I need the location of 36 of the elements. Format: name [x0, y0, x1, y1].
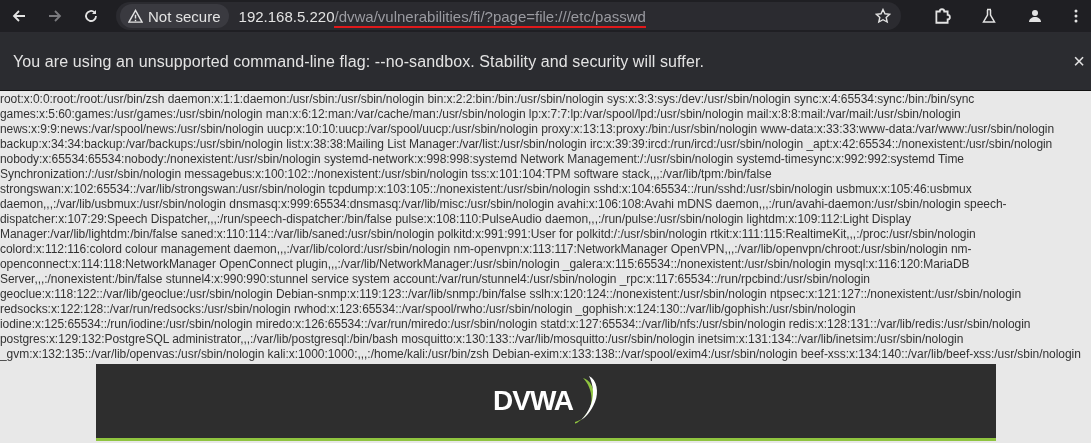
file-text-line: Manager:/var/lib/lightdm:/bin/false saned:x:110:114::/var/lib/saned:/usr/sbin/nologin polkitd:x:991:991:User for polkitd:/:/usr/sbin/nologin rtkit:x:111:115:RealtimeKit,,,:/proc:/usr/sbin/nologin — [0, 227, 977, 242]
url-path: /dvwa/vulnerabilities/fi/?page=file:///etc/passwd — [334, 7, 646, 28]
swoosh-icon — [575, 376, 599, 426]
file-text-line: daemon,,,:/var/lib/usbmux:/usr/sbin/nologin dnsmasq:x:999:65534:dnsmasq:/var/lib/misc:/usr/sbin/nologin avahi:x:106:108:Avahi mDNS daemon,,,:/run/avahi-daemon:/usr/sbin/nologin speech- — [0, 197, 1008, 212]
file-text-line: games:x:5:60:games:/usr/games:/usr/sbin/nologin man:x:6:12:man:/var/cache/man:/usr/sbin/nologin lp:x:7:7:lp:/var/spool/lpd:/usr/sbin/nologin mail:x:8:8:mail:/var/mail:/usr/sbin/nologin — [0, 107, 962, 122]
menu-icon[interactable] — [1073, 8, 1079, 24]
file-text-line: backup:x:34:34:backup:/var/backups:/usr/sbin/nologin list:x:38:38:Mailing List Manager:/var/list:/usr/sbin/nologin irc:x:39:39:ircd:/run/ircd:/usr/sbin/nologin _apt:x:42:65534::/nonexistent:/usr/sbin/nologin — [0, 137, 1054, 152]
file-text-line: colord:x:112:116:colord colour management daemon,,,:/var/lib/colord:/usr/sbin/nologin nm-openvpn:x:113:117:NetworkManager OpenVPN,,,:/var/lib/openvpn/chroot:/usr/sbin/nologin nm- — [0, 242, 973, 257]
reload-icon[interactable] — [83, 8, 99, 24]
forward-arrow-icon[interactable] — [47, 8, 63, 24]
person-icon[interactable] — [1027, 8, 1043, 24]
file-text-line: Server,,,:/nonexistent:/bin/false stunnel4:x:990:990:stunnel service system account:/var/run/stunnel4:/usr/sbin/nologin _rpc:x:117:65534::/run/rpcbind:/usr/sbin/nologin — [0, 272, 871, 287]
security-label: Not secure — [148, 7, 221, 25]
star-icon[interactable] — [875, 8, 891, 24]
file-text-line: dispatcher:x:107:29:Speech Dispatcher,,,:/run/speech-dispatcher:/bin/false pulse:x:108:110:PulseAudio daemon,,,:/run/pulse:/usr/sbin/nologin lightdm:x:109:112:Light Display — [0, 212, 912, 227]
file-text-line: strongswan:x:102:65534::/var/lib/strongswan:/usr/sbin/nologin tcpdump:x:103:105::/nonexistent:/usr/sbin/nologin sshd:x:104:65534::/run/sshd:/usr/sbin/nologin usbmux:x:105:46:usbmux — [0, 182, 973, 197]
flask-icon[interactable] — [981, 8, 997, 24]
file-text-line: root:x:0:0:root:/root:/usr/bin/zsh daemon:x:1:1:daemon:/usr/sbin:/usr/sbin/nologin bin:x:2:2:bin:/bin:/usr/sbin/nologin sys:x:3:3:sys:/dev:/usr/sbin/nologin sync:x:4:65534:sync:/bin:/bin/sync — [0, 92, 976, 107]
file-text-line: redsocks:x:122:128::/var/run/redsocks:/usr/sbin/nologin rwhod:x:123:65534::/var/spool/rwho:/usr/sbin/nologin _gophish:x:124:130::/var/lib/gophish:/usr/sbin/nologin — [0, 302, 857, 317]
puzzle-icon[interactable] — [933, 7, 951, 25]
file-text-line: nobody:x:65534:65534:nobody:/nonexistent:/usr/sbin/nologin systemd-network:x:998:998:systemd Network Management:/:/usr/sbin/nologin systemd-timesync:x:992:992:systemd Time — [0, 152, 965, 167]
file-text-line: postgres:x:129:132:PostgreSQL administrator,,,:/var/lib/postgresql:/bin/bash mosquitto:x:130:133::/var/lib/mosquitto:/usr/sbin/nologin inetsim:x:131:134::/var/lib/inetsim:/usr/sbin/nologin — [0, 332, 965, 347]
warning-icon — [128, 8, 143, 24]
back-arrow-icon[interactable] — [11, 8, 27, 24]
security-chip[interactable]: Not secure — [120, 4, 229, 28]
url-host: 192.168.5.220 — [238, 7, 335, 25]
logo-text: DVWA — [493, 385, 573, 417]
file-text-line: geoclue:x:118:122::/var/lib/geoclue:/usr/sbin/nologin Debian-snmp:x:119:123::/var/lib/snmp:/bin/false sslh:x:120:124::/nonexistent:/usr/sbin/nologin ntpsec:x:121:127::/nonexistent:/usr/sbin/nologin — [0, 287, 1022, 302]
file-text-line: _gvm:x:132:135::/var/lib/openvas:/usr/sbin/nologin kali:x:1000:1000:,,,:/home/kali:/usr/bin/zsh Debian-exim:x:133:138::/var/spool/exim4:/usr/sbin/nologin beef-xss:x:134:140::/var/lib/beef-xss:/usr/sbin/nologin — [0, 347, 1082, 362]
warning-message: You are using an unsupported command-line flag: --no-sandbox. Stability and security will suffer. — [13, 52, 704, 71]
address-bar[interactable]: Not secure 192.168.5.220/dvwa/vulnerabilities/fi/?page=file:///etc/passwd — [116, 2, 901, 30]
close-button[interactable]: × — [1069, 50, 1089, 73]
file-text-line: openconnect:x:114:118:NetworkManager OpenConnect plugin,,,:/var/lib/NetworkManager:/usr/sbin/nologin _galera:x:115:65534::/nonexistent:/usr/sbin/nologin mysql:x:116:120:MariaDB — [0, 257, 971, 272]
file-text-line: Synchronization:/:/usr/sbin/nologin messagebus:x:100:102::/nonexistent:/usr/sbin/nologin tss:x:101:104:TPM software stack,,,:/var/lib/tpm:/bin/false — [0, 167, 773, 182]
file-text-line: iodine:x:125:65534::/run/iodine:/usr/sbin/nologin miredo:x:126:65534::/var/run/miredo:/usr/sbin/nologin statd:x:127:65534::/var/lib/nfs:/usr/sbin/nologin redis:x:128:131::/var/lib/redis:/usr/sbin/nologin — [0, 317, 1032, 332]
file-text-line: news:x:9:9:news:/var/spool/news:/usr/sbin/nologin uucp:x:10:10:uucp:/var/spool/uucp:/usr/sbin/nologin proxy:x:13:13:proxy:/bin:/usr/sbin/nologin www-data:x:33:33:www-data:/var/www:/usr/sbin/nologin — [0, 122, 1056, 137]
